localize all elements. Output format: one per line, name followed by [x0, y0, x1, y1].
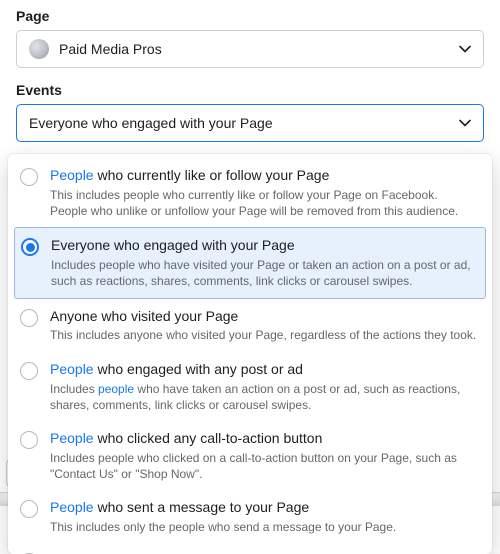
- page-field-label: Page: [16, 8, 484, 24]
- option-text: People who engaged with any post or ad In…: [50, 360, 478, 413]
- option-title: Anyone who visited your Page: [50, 307, 478, 326]
- option-text: People who clicked any call-to-action bu…: [50, 429, 478, 482]
- events-option-6[interactable]: People who saved your Page or any postTh…: [8, 543, 492, 554]
- option-title: People who sent a message to your Page: [50, 498, 478, 517]
- radio-icon[interactable]: [20, 431, 38, 449]
- events-select-value: Everyone who engaged with your Page: [29, 115, 273, 131]
- events-dropdown[interactable]: People who currently like or follow your…: [8, 154, 492, 554]
- option-title: Everyone who engaged with your Page: [51, 236, 477, 255]
- radio-icon[interactable]: [21, 238, 39, 256]
- events-select[interactable]: Everyone who engaged with your Page: [16, 104, 484, 142]
- events-option-5[interactable]: People who sent a message to your Page Th…: [8, 490, 492, 543]
- events-option-0[interactable]: People who currently like or follow your…: [8, 158, 492, 227]
- page-select-value: Paid Media Pros: [59, 41, 162, 57]
- events-option-1[interactable]: Everyone who engaged with your Page Inclu…: [14, 227, 486, 298]
- option-text: People who sent a message to your Page Th…: [50, 498, 478, 535]
- option-title: People who clicked any call-to-action bu…: [50, 429, 478, 448]
- caret-down-icon: [459, 117, 471, 129]
- page-select[interactable]: Paid Media Pros: [16, 30, 484, 68]
- option-title: People who engaged with any post or ad: [50, 360, 478, 379]
- option-desc: Includes people who have taken an action…: [50, 381, 478, 413]
- option-text: Everyone who engaged with your Page Inclu…: [51, 236, 477, 289]
- option-desc: This includes only the people who send a…: [50, 519, 478, 535]
- option-desc: This includes anyone who visited your Pa…: [50, 327, 478, 343]
- radio-icon[interactable]: [20, 500, 38, 518]
- option-text: Anyone who visited your PageThis include…: [50, 307, 478, 344]
- option-desc: This includes people who currently like …: [50, 187, 478, 219]
- radio-icon[interactable]: [20, 168, 38, 186]
- radio-icon[interactable]: [20, 309, 38, 327]
- caret-down-icon: [459, 43, 471, 55]
- radio-icon[interactable]: [20, 362, 38, 380]
- events-option-3[interactable]: People who engaged with any post or ad In…: [8, 352, 492, 421]
- option-desc: Includes people who clicked on a call-to…: [50, 450, 478, 482]
- option-text: People who currently like or follow your…: [50, 166, 478, 219]
- events-field-label: Events: [16, 82, 484, 98]
- events-option-2[interactable]: Anyone who visited your PageThis include…: [8, 299, 492, 352]
- page-avatar: [29, 39, 49, 59]
- option-desc: Includes people who have visited your Pa…: [51, 257, 477, 289]
- events-option-4[interactable]: People who clicked any call-to-action bu…: [8, 421, 492, 490]
- option-title: People who currently like or follow your…: [50, 166, 478, 185]
